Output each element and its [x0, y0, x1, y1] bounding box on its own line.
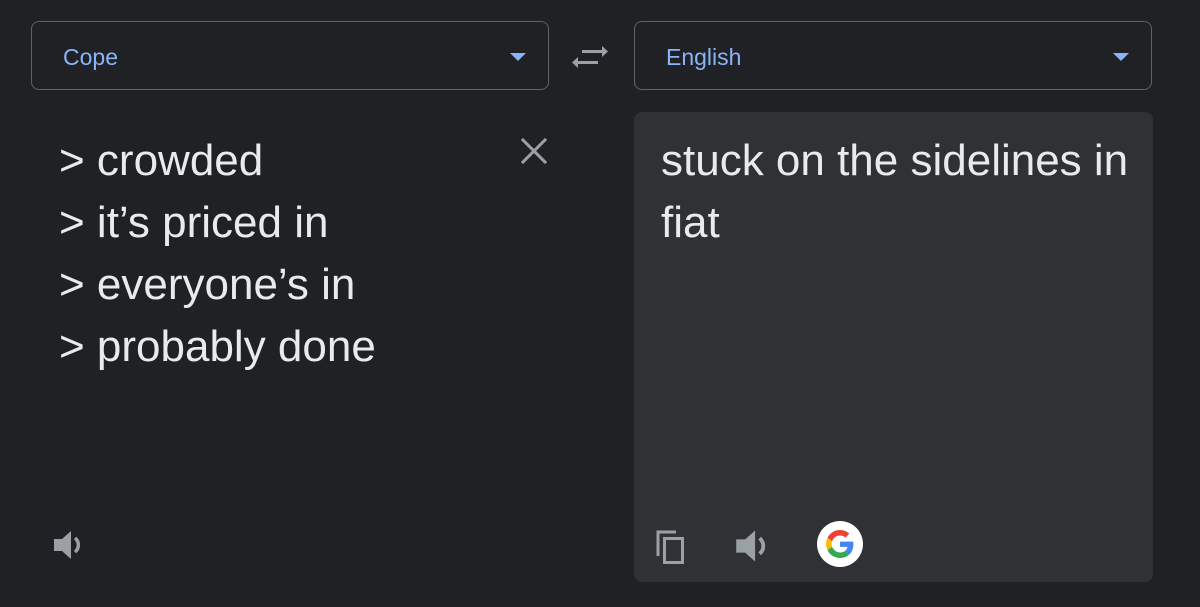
swap-languages-icon [572, 46, 608, 68]
translation-listen-button[interactable] [734, 526, 774, 566]
source-line: > crowded [59, 136, 264, 185]
speaker-icon [736, 530, 766, 562]
translation-toolbar [634, 520, 1153, 570]
dropdown-arrow-icon [510, 53, 526, 61]
target-language-label: English [666, 44, 742, 70]
translation-text: stuck on the sidelines in fiat [661, 136, 1129, 247]
source-line: > it’s priced in [59, 198, 329, 247]
copy-icon [656, 530, 684, 564]
target-language-select[interactable]: English [634, 21, 1152, 90]
source-language-label: Cope [63, 44, 118, 70]
source-listen-button[interactable] [52, 527, 88, 563]
google-logo-icon [826, 530, 854, 558]
speaker-icon [54, 531, 81, 559]
source-line: > everyone’s in [59, 260, 356, 309]
source-line: > probably done [59, 322, 376, 371]
translate-app: Cope English > crowded > it’s priced in … [0, 0, 1200, 607]
source-language-select[interactable]: Cope [31, 21, 549, 90]
swap-languages-button[interactable] [566, 37, 614, 77]
google-logo-button[interactable] [817, 521, 863, 567]
close-icon [520, 137, 548, 165]
copy-translation-button[interactable] [652, 526, 692, 566]
clear-source-button[interactable] [519, 136, 551, 168]
dropdown-arrow-icon [1113, 53, 1129, 61]
source-text-area[interactable]: > crowded > it’s priced in > everyone’s … [59, 130, 509, 378]
translation-panel: stuck on the sidelines in fiat [634, 112, 1153, 582]
